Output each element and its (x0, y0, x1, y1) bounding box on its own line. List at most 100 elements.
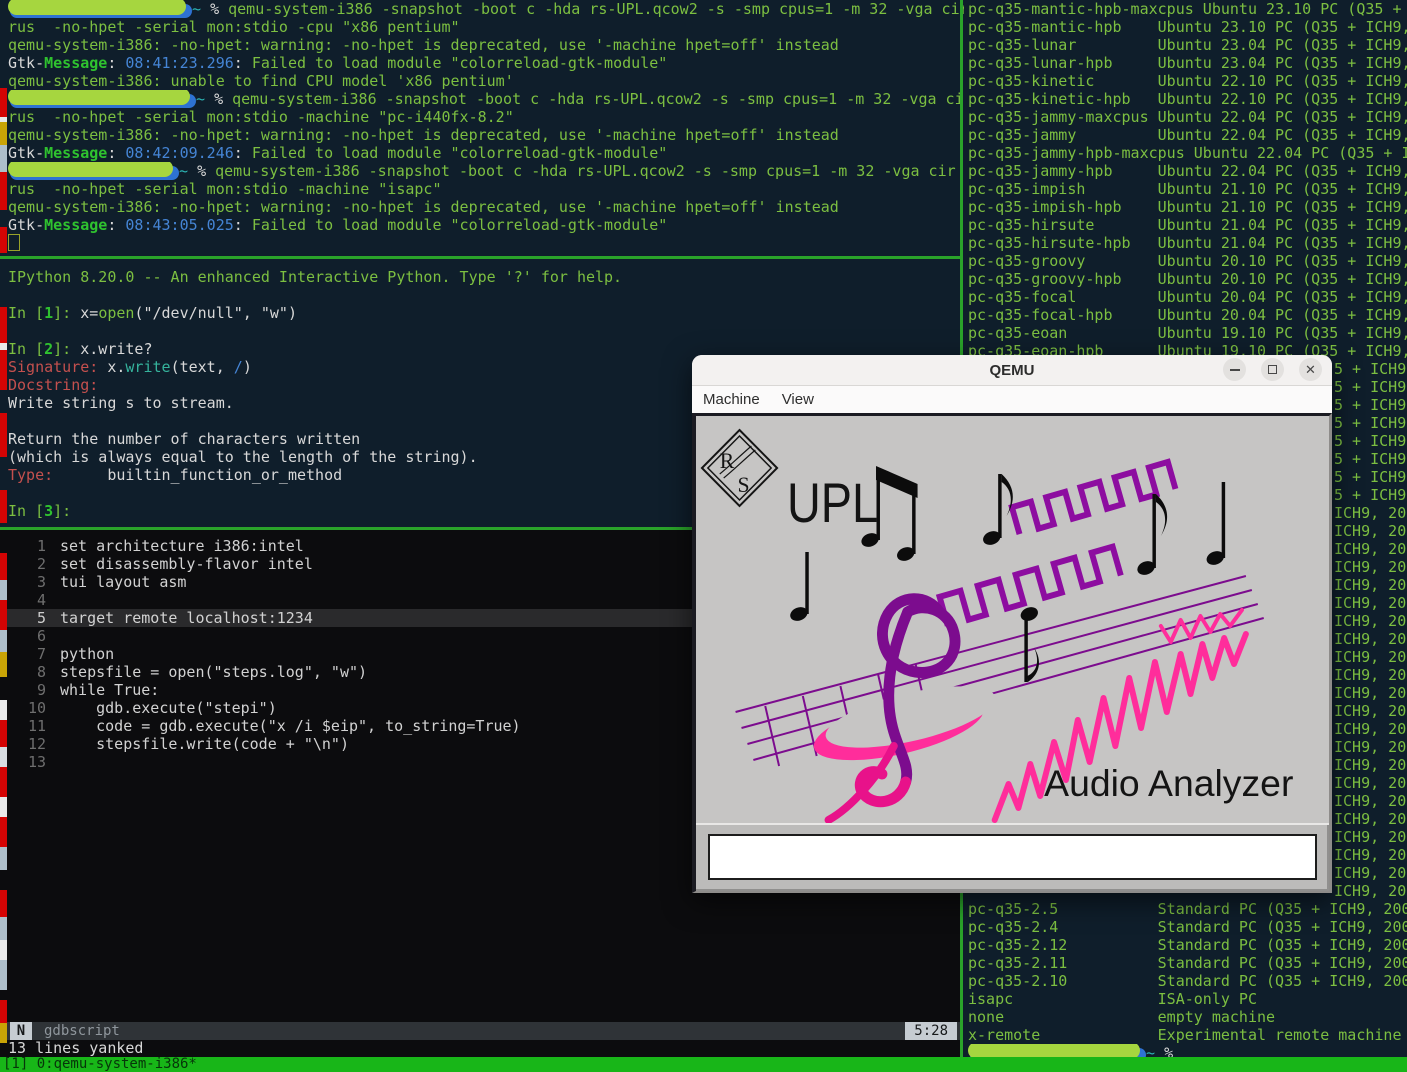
terminal-text: rus -no-hpet -serial mon:stdio -cpu "x86… (8, 18, 460, 36)
terminal-text: (text, (171, 358, 225, 376)
menu-view[interactable]: View (771, 388, 825, 411)
terminal-text: qemu-system-i386: unable to find CPU mod… (8, 72, 514, 90)
terminal-text: 08:43:05.025 (125, 216, 233, 234)
upl-command-input[interactable] (708, 834, 1317, 880)
terminal-text: In [ (8, 304, 44, 322)
close-button[interactable]: ✕ (1299, 358, 1322, 381)
maximize-icon (1268, 365, 1277, 374)
redacted-text (8, 0, 186, 18)
window-title: QEMU (990, 362, 1035, 379)
shell-line: Gtk-Message: 08:42:09.246: Failed to loa… (8, 144, 968, 162)
machine-list-row: isapc ISA-only PC (968, 990, 1407, 1008)
menu-machine[interactable]: Machine (692, 388, 771, 411)
terminal-text: 5 + ICH9, (1334, 360, 1407, 378)
terminal-text: % (214, 90, 232, 108)
qemu-titlebar[interactable]: QEMU ✕ (692, 355, 1332, 386)
machine-list-row: pc-q35-impish-hpb Ubuntu 21.10 PC (Q35 +… (968, 198, 1407, 216)
terminal-text: x. (98, 358, 125, 376)
upl-splash-artwork: R S UPL Audio Analyzer (696, 416, 1329, 828)
line-number: 6 (0, 627, 60, 645)
code-text: set architecture i386:intel (60, 537, 304, 555)
terminal-text: 5 + ICH9, (1334, 414, 1407, 432)
machine-list-row: pc-q35-jammy-maxcpus Ubuntu 22.04 PC (Q3… (968, 108, 1407, 126)
terminal-text: qemu-system-i386: -no-hpet: warning: -no… (8, 36, 839, 54)
terminal-text: Message (44, 144, 107, 162)
line-number: 2 (0, 555, 60, 573)
terminal-text: ) (243, 358, 252, 376)
shell-line: Gtk-Message: 08:41:23.296: Failed to loa… (8, 54, 968, 72)
terminal-text: pc-q35-2.4 Standard PC (Q35 + ICH9, 200 (968, 918, 1407, 936)
terminal-text: ICH9, 200 (1334, 504, 1407, 522)
line-number: 8 (0, 663, 60, 681)
terminal-text: ]: (53, 304, 80, 322)
shell-line (8, 234, 968, 252)
terminal-text: pc-q35-lunar Ubuntu 23.04 PC (Q35 + ICH9… (968, 36, 1407, 54)
terminal-text: ~ (179, 162, 197, 180)
code-text: set disassembly-flavor intel (60, 555, 313, 573)
terminal-text: Failed to load module "colorreload-gtk-m… (252, 216, 667, 234)
terminal-text: pc-q35-2.11 Standard PC (Q35 + ICH9, 200 (968, 954, 1407, 972)
machine-list-row: pc-q35-jammy Ubuntu 22.04 PC (Q35 + ICH9… (968, 126, 1407, 144)
ipython-line: IPython 8.20.0 -- An enhanced Interactiv… (8, 268, 960, 286)
terminal-text: Failed to load module "colorreload-gtk-m… (252, 54, 667, 72)
logo-letter-s: S (738, 473, 750, 497)
terminal-text: ICH9, 200 (1334, 648, 1407, 666)
code-text: stepsfile.write(code + "\n") (60, 735, 349, 753)
machine-list-row: pc-q35-groovy-hpb Ubuntu 20.10 PC (Q35 +… (968, 270, 1407, 288)
terminal-text: isapc ISA-only PC (968, 990, 1257, 1008)
editor-statusline: N gdbscript 5:28 (0, 1022, 960, 1040)
line-number: 12 (0, 735, 60, 753)
machine-list-row: pc-q35-focal Ubuntu 20.04 PC (Q35 + ICH9… (968, 288, 1407, 306)
terminal-text: 5 + ICH9, (1334, 432, 1407, 450)
redacted-text (8, 90, 190, 108)
terminal-pane-shell[interactable]: ~ % qemu-system-i386 -snapshot -boot c -… (0, 0, 968, 256)
terminal-text: ]: (53, 340, 80, 358)
terminal-text: pc-q35-jammy Ubuntu 22.04 PC (Q35 + ICH9… (968, 126, 1407, 144)
terminal-text: pc-q35-focal-hpb Ubuntu 20.04 PC (Q35 + … (968, 306, 1407, 324)
terminal-text: % (197, 162, 215, 180)
maximize-button[interactable] (1261, 358, 1284, 381)
terminal-text: x-remote Experimental remote machine (968, 1026, 1401, 1044)
terminal-text: ICH9, 200 (1334, 756, 1407, 774)
terminal-text: 3 (44, 502, 53, 520)
terminal-text: 08:41:23.296 (125, 54, 233, 72)
line-number: 7 (0, 645, 60, 663)
terminal-text: ICH9, 200 (1334, 612, 1407, 630)
terminal-text: pc-q35-jammy-maxcpus Ubuntu 22.04 PC (Q3… (968, 108, 1407, 126)
machine-list-row: pc-q35-impish Ubuntu 21.10 PC (Q35 + ICH… (968, 180, 1407, 198)
terminal-text: ICH9, 200 (1334, 594, 1407, 612)
minimize-button[interactable] (1223, 358, 1246, 381)
terminal-text: : (107, 216, 125, 234)
terminal-text: pc-q35-focal Ubuntu 20.04 PC (Q35 + ICH9… (968, 288, 1407, 306)
terminal-text: x= (80, 304, 98, 322)
terminal-text: 1 (44, 304, 53, 322)
terminal-text: Message (44, 54, 107, 72)
terminal-text: x.write? (80, 340, 152, 358)
ipython-line (8, 322, 960, 340)
code-text: code = gdb.execute("x /i $eip", to_strin… (60, 717, 521, 735)
shell-line: qemu-system-i386: -no-hpet: warning: -no… (8, 198, 968, 216)
terminal-text: pc-q35-groovy-hpb Ubuntu 20.10 PC (Q35 +… (968, 270, 1407, 288)
ipython-line (8, 286, 960, 304)
terminal-text: ICH9, 200 (1334, 630, 1407, 648)
upl-brand-text: UPL (787, 472, 878, 534)
tmux-status-bar[interactable]: [1] 0:qemu-system-i386* (0, 1057, 1407, 1072)
terminal-text: ICH9, 200 (1334, 774, 1407, 792)
ipython-line: In [1]: x=open("/dev/null", "w") (8, 304, 960, 322)
qemu-guest-display[interactable]: R S UPL Audio Analyzer (692, 413, 1332, 893)
terminal-text: ICH9, 200 (1334, 846, 1407, 864)
terminal-text: qemu-system-i386: -no-hpet: warning: -no… (8, 126, 839, 144)
terminal-text: : (234, 144, 252, 162)
terminal-cursor (8, 234, 20, 251)
code-text: python (60, 645, 114, 663)
shell-prompt: ~ % (968, 1044, 1407, 1057)
terminal-text: In [ (8, 502, 44, 520)
machine-list-row: pc-q35-jammy-hpb Ubuntu 22.04 PC (Q35 + … (968, 162, 1407, 180)
terminal-text: 5 + ICH9, (1334, 468, 1407, 486)
qemu-menubar: Machine View (692, 386, 1332, 413)
editor-cursor-position: 5:28 (905, 1022, 957, 1040)
terminal-text: ~ (192, 0, 210, 18)
terminal-text: Type: (8, 466, 53, 484)
shell-line: ~ % qemu-system-i386 -snapshot -boot c -… (8, 90, 968, 108)
machine-list-row: x-remote Experimental remote machine (968, 1026, 1407, 1044)
